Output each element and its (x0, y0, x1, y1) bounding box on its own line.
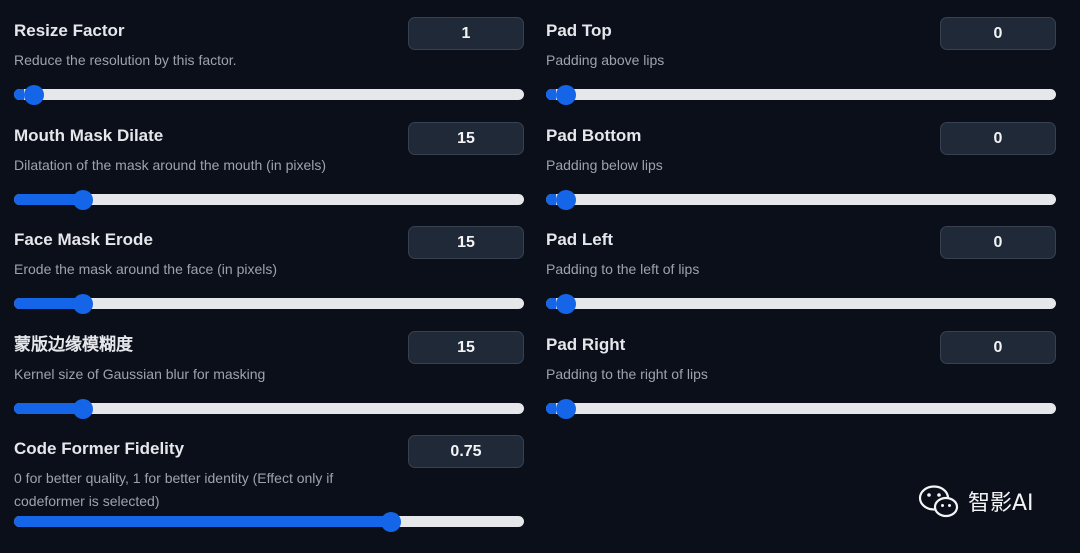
slider-fill (14, 89, 25, 100)
face-mask-erode-number-input[interactable]: 15 (408, 226, 524, 259)
code-former-fidelity-label: Code Former Fidelity (14, 439, 185, 458)
slider-track (546, 402, 1056, 414)
pad-bottom-slider[interactable] (546, 189, 1056, 210)
pad-left-slider[interactable] (546, 294, 1056, 314)
slider-track (546, 298, 1056, 309)
left-parameter-column: Resize Factor Reduce the resolution by t… (14, 0, 524, 553)
mouth-mask-dilate-number-input[interactable]: 15 (408, 121, 524, 155)
right-parameter-column: Pad Top Padding above lips 0 Pad Bottom … (546, 0, 1056, 419)
pad-left-param: Pad Left Padding to the left of lips 0 (546, 209, 1056, 314)
pad-top-description: Padding above lips (546, 52, 665, 68)
pad-bottom-param: Pad Bottom Padding below lips 0 (546, 105, 1056, 210)
mask-edge-blur-label: 蒙版边缘模糊度 (14, 334, 133, 355)
slider-thumb[interactable] (72, 398, 93, 419)
resize-factor-param: Resize Factor Reduce the resolution by t… (14, 0, 524, 105)
code-former-fidelity-description: 0 for better quality, 1 for better ident… (14, 470, 334, 509)
pad-right-slider[interactable] (546, 398, 1056, 419)
mask-edge-blur-number-input[interactable]: 15 (408, 330, 524, 364)
mask-edge-blur-description: Kernel size of Gaussian blur for masking (14, 365, 266, 382)
slider-fill (546, 89, 557, 100)
slider-fill (546, 193, 557, 205)
slider-thumb[interactable] (72, 294, 93, 314)
wechat-icon (918, 484, 960, 525)
resize-factor-description: Reduce the resolution by this factor. (14, 52, 237, 68)
face-mask-erode-slider[interactable] (14, 294, 524, 314)
mask-edge-blur-param: 蒙版边缘模糊度 Kernel size of Gaussian blur for… (14, 314, 524, 419)
code-former-fidelity-slider[interactable] (14, 512, 524, 532)
pad-bottom-number-input[interactable]: 0 (940, 121, 1056, 155)
slider-thumb[interactable] (381, 512, 402, 532)
code-former-fidelity-param: Code Former Fidelity 0 for better qualit… (14, 418, 524, 553)
code-former-fidelity-number-input[interactable]: 0.75 (408, 435, 524, 468)
slider-thumb[interactable] (556, 398, 577, 419)
pad-right-description: Padding to the right of lips (546, 365, 708, 382)
slider-fill (546, 298, 557, 309)
resize-factor-slider[interactable] (14, 85, 524, 105)
slider-thumb[interactable] (556, 294, 577, 314)
pad-left-description: Padding to the left of lips (546, 261, 700, 277)
pad-right-param: Pad Right Padding to the right of lips 0 (546, 314, 1056, 419)
pad-left-number-input[interactable]: 0 (940, 226, 1056, 259)
slider-thumb[interactable] (556, 85, 577, 105)
mouth-mask-dilate-label: Mouth Mask Dilate (14, 125, 164, 145)
resize-factor-number-input[interactable]: 1 (408, 17, 524, 50)
mouth-mask-dilate-description: Dilatation of the mask around the mouth … (14, 156, 327, 173)
resize-factor-label: Resize Factor (14, 21, 125, 40)
mask-edge-blur-slider[interactable] (14, 398, 524, 419)
face-mask-erode-description: Erode the mask around the face (in pixel… (14, 261, 278, 277)
face-mask-erode-label: Face Mask Erode (14, 230, 153, 249)
pad-top-label: Pad Top (546, 21, 612, 40)
pad-top-param: Pad Top Padding above lips 0 (546, 0, 1056, 105)
watermark-text: 智影AI (968, 491, 1034, 516)
face-mask-erode-param: Face Mask Erode Erode the mask around th… (14, 209, 524, 314)
slider-track (546, 193, 1056, 205)
pad-bottom-label: Pad Bottom (546, 125, 642, 145)
slider-fill (546, 402, 557, 414)
watermark: 智影AI (918, 484, 1034, 525)
slider-thumb[interactable] (556, 189, 577, 210)
slider-track (546, 89, 1056, 100)
mouth-mask-dilate-slider[interactable] (14, 189, 524, 210)
pad-bottom-description: Padding below lips (546, 156, 663, 173)
pad-right-label: Pad Right (546, 334, 626, 354)
slider-track (14, 89, 524, 100)
slider-fill (14, 516, 392, 527)
slider-track (14, 516, 524, 527)
slider-thumb[interactable] (72, 189, 93, 210)
slider-thumb[interactable] (24, 85, 45, 105)
pad-top-slider[interactable] (546, 85, 1056, 105)
pad-left-label: Pad Left (546, 230, 614, 249)
pad-right-number-input[interactable]: 0 (940, 330, 1056, 364)
pad-top-number-input[interactable]: 0 (940, 17, 1056, 50)
mouth-mask-dilate-param: Mouth Mask Dilate Dilatation of the mask… (14, 105, 524, 210)
